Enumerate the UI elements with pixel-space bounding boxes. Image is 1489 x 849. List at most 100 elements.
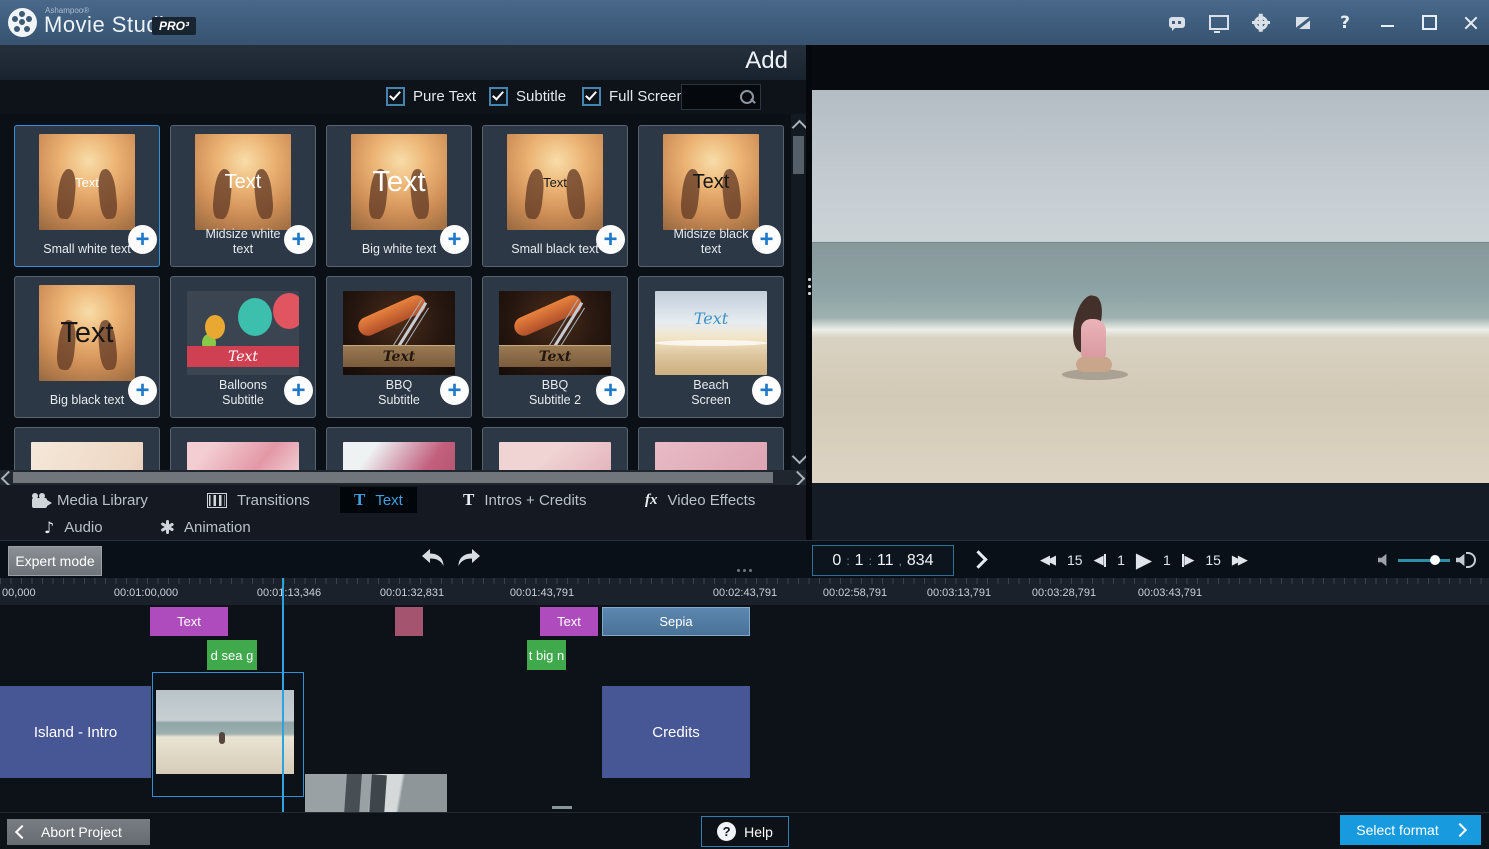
timecode-seconds: 11 bbox=[877, 552, 894, 570]
timeline-clip-effect[interactable] bbox=[395, 607, 423, 636]
video-preview[interactable] bbox=[812, 90, 1489, 483]
add-template-button[interactable]: + bbox=[440, 225, 469, 254]
template-tile[interactable]: Text Balloons Subtitle + bbox=[170, 276, 316, 418]
tab-media-library[interactable]: Media Library bbox=[32, 487, 148, 513]
ruler-label: 00:01:43,791 bbox=[510, 587, 574, 599]
template-tile[interactable]: Text Beach Screen + bbox=[638, 276, 784, 418]
timeline-clip-text[interactable]: Text bbox=[540, 607, 598, 636]
tab-intros-credits[interactable]: T Intros + Credits bbox=[463, 487, 586, 513]
timeline-clip-credits[interactable]: Credits bbox=[602, 686, 750, 778]
filter-pure-text[interactable]: Pure Text bbox=[386, 87, 476, 106]
add-template-button[interactable]: + bbox=[284, 225, 313, 254]
help-icon[interactable]: ? bbox=[1335, 13, 1355, 33]
close-button[interactable] bbox=[1461, 13, 1481, 33]
display-icon[interactable] bbox=[1209, 13, 1229, 33]
template-tile[interactable]: Text Midsize white text + bbox=[170, 125, 316, 267]
maximize-button[interactable] bbox=[1419, 13, 1439, 33]
minimize-button[interactable] bbox=[1377, 13, 1397, 33]
max-volume-group[interactable] bbox=[1456, 552, 1476, 568]
timeline-clip-text[interactable]: Text bbox=[150, 607, 228, 636]
timeline-clip-intro[interactable]: Island - Intro bbox=[0, 686, 151, 778]
jump-next-icon[interactable] bbox=[969, 550, 987, 568]
filter-subtitle[interactable]: Subtitle bbox=[489, 87, 566, 106]
window-controls: ? bbox=[1167, 0, 1481, 45]
vertical-scrollbar[interactable] bbox=[791, 114, 806, 470]
skip-forward-icon[interactable]: ▶▶ bbox=[1232, 553, 1248, 568]
tab-transitions[interactable]: Transitions bbox=[207, 487, 310, 513]
template-overlay-text: Text bbox=[225, 171, 262, 194]
scroll-right-icon[interactable] bbox=[790, 471, 806, 487]
template-tile[interactable] bbox=[170, 427, 316, 470]
play-button[interactable]: ▶ bbox=[1136, 548, 1152, 572]
add-template-button[interactable]: + bbox=[284, 376, 313, 405]
template-tile[interactable] bbox=[14, 427, 160, 470]
timeline-clip-sepia[interactable]: Sepia bbox=[602, 607, 750, 636]
template-tile[interactable]: Text Big white text + bbox=[326, 125, 472, 267]
frame-forward-icon[interactable]: ▶ bbox=[1182, 553, 1195, 568]
horizontal-scroll-thumb[interactable] bbox=[13, 472, 773, 483]
select-format-label: Select format bbox=[1356, 822, 1438, 838]
tab-animation[interactable]: Animation bbox=[160, 514, 251, 540]
notes-icon[interactable] bbox=[1293, 13, 1313, 33]
subtitle-checkbox[interactable] bbox=[489, 87, 508, 106]
undo-icon[interactable] bbox=[420, 547, 446, 569]
timeline-scroll-handle[interactable] bbox=[552, 806, 572, 809]
template-tile[interactable]: Text Small black text + bbox=[482, 125, 628, 267]
skip-backward-icon[interactable]: ◀◀ bbox=[1040, 553, 1056, 568]
timeline-grab-handle-icon[interactable] bbox=[737, 569, 740, 572]
volume-slider[interactable] bbox=[1398, 559, 1450, 562]
search-input[interactable] bbox=[682, 90, 740, 104]
playhead[interactable] bbox=[282, 578, 284, 812]
timeline-clip-title[interactable]: t big n bbox=[527, 640, 566, 670]
subtitle-label: Subtitle bbox=[516, 88, 566, 105]
settings-gear-icon[interactable] bbox=[1251, 13, 1271, 33]
filter-full-screen[interactable]: Full Screen bbox=[582, 87, 685, 106]
template-thumbnail bbox=[31, 442, 143, 470]
tab-video-effects[interactable]: fx Video Effects bbox=[645, 487, 755, 513]
search-icon[interactable] bbox=[740, 90, 754, 104]
vertical-scroll-thumb[interactable] bbox=[793, 136, 804, 174]
timecode-minutes: 1 bbox=[855, 552, 864, 570]
tab-text[interactable]: T Text bbox=[340, 487, 417, 513]
timeline-clip-title[interactable]: d sea g bbox=[207, 640, 257, 670]
add-template-button[interactable]: + bbox=[128, 376, 157, 405]
ruler-label: 00:03:13,791 bbox=[927, 587, 991, 599]
template-tile[interactable]: Text BBQ Subtitle + bbox=[326, 276, 472, 418]
template-tile[interactable]: Text BBQ Subtitle 2 + bbox=[482, 276, 628, 418]
template-tile[interactable]: Text Midsize black text + bbox=[638, 125, 784, 267]
feedback-icon[interactable] bbox=[1167, 13, 1187, 33]
add-template-button[interactable]: + bbox=[596, 376, 625, 405]
help-button[interactable]: ? Help bbox=[701, 816, 789, 847]
horizontal-scrollbar[interactable] bbox=[0, 470, 806, 485]
timecode-display[interactable]: 0 : 1 : 11 , 834 bbox=[812, 545, 954, 576]
template-tile[interactable] bbox=[326, 427, 472, 470]
add-template-button[interactable]: + bbox=[752, 376, 781, 405]
template-thumbnail bbox=[343, 442, 455, 470]
add-template-button[interactable]: + bbox=[752, 225, 781, 254]
pure-text-checkbox[interactable] bbox=[386, 87, 405, 106]
template-tile[interactable]: Text Big black text + bbox=[14, 276, 160, 418]
scroll-down-icon[interactable] bbox=[792, 449, 808, 465]
tab-audio[interactable]: ♪ Audio bbox=[44, 514, 103, 540]
select-format-button[interactable]: Select format bbox=[1340, 815, 1481, 845]
help-label: Help bbox=[744, 824, 773, 840]
full-screen-checkbox[interactable] bbox=[582, 87, 601, 106]
timeline-clip-beach-video[interactable] bbox=[156, 690, 294, 774]
add-template-button[interactable]: + bbox=[440, 376, 469, 405]
add-template-button[interactable]: + bbox=[128, 225, 157, 254]
frame-backward-icon[interactable]: ◀ bbox=[1094, 553, 1107, 568]
volume-slider-knob[interactable] bbox=[1430, 555, 1440, 565]
splitter-handle-icon[interactable] bbox=[808, 278, 811, 281]
mute-speaker-icon[interactable] bbox=[1378, 553, 1392, 567]
redo-icon[interactable] bbox=[456, 547, 482, 569]
search-box bbox=[681, 84, 761, 110]
timeline-ruler[interactable]: 00,000 00:01:00,000 00:01:13,346 00:01:3… bbox=[0, 578, 1489, 605]
template-tile[interactable] bbox=[638, 427, 784, 470]
template-tile[interactable] bbox=[482, 427, 628, 470]
add-template-button[interactable]: + bbox=[596, 225, 625, 254]
abort-project-button[interactable]: Abort Project bbox=[7, 819, 150, 845]
expert-mode-button[interactable]: Expert mode bbox=[8, 546, 102, 576]
template-tile[interactable]: Text Small white text + bbox=[14, 125, 160, 267]
scroll-up-icon[interactable] bbox=[792, 120, 808, 136]
ruler-label: 00:03:28,791 bbox=[1032, 587, 1096, 599]
